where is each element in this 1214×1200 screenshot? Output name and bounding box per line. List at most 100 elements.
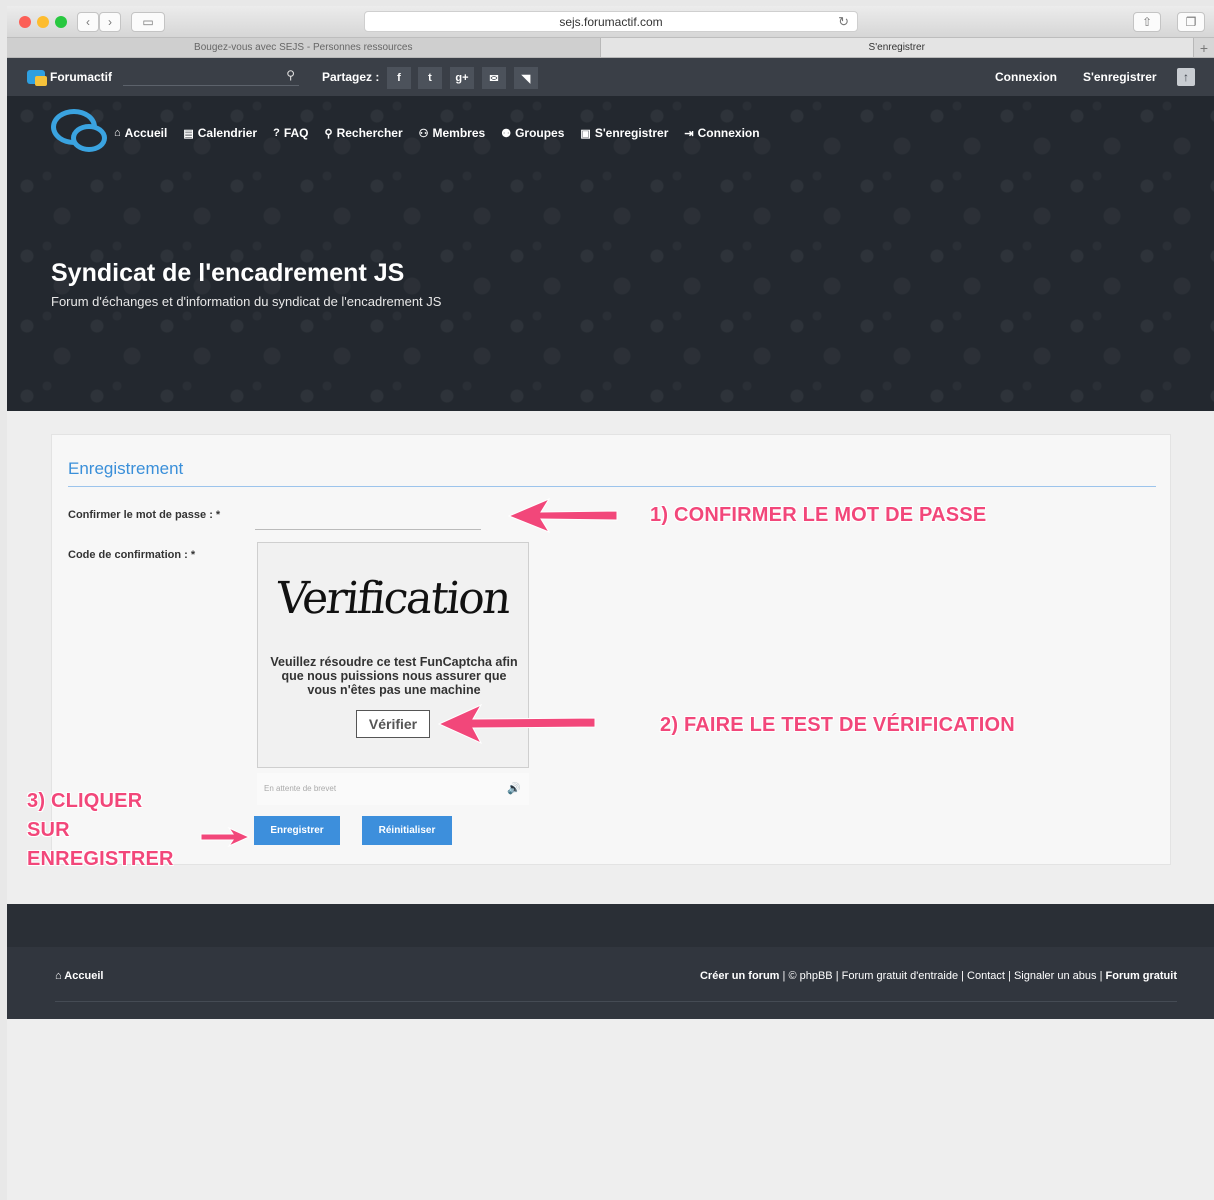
groups-icon: ⚉ (501, 127, 512, 140)
footer-divider (55, 1001, 1177, 1002)
site-title: Syndicat de l'encadrement JS (51, 259, 405, 287)
address-bar[interactable]: sejs.forumactif.com ↻ (364, 11, 858, 32)
minimize-window-button[interactable] (37, 16, 49, 28)
browser-window: ‹ › ▭ sejs.forumactif.com ↻ ⇧ ❐ Bougez-v… (7, 6, 1214, 1200)
reset-button[interactable]: Réinitialiser (362, 816, 452, 845)
separator: | (835, 970, 839, 982)
nav-home[interactable]: ⌂ Accueil (114, 126, 167, 140)
footer-free-forum-link[interactable]: Forum gratuit (1106, 970, 1178, 982)
zoom-window-button[interactable] (55, 16, 67, 28)
url-text: sejs.forumactif.com (559, 14, 663, 29)
topbar-login-link[interactable]: Connexion (995, 70, 1057, 84)
home-icon: ⌂ (55, 970, 65, 982)
confirm-password-input[interactable] (255, 514, 481, 530)
captcha-status: En attente de brevet (264, 784, 337, 793)
home-icon: ⌂ (114, 127, 121, 139)
nav-label: Calendrier (197, 126, 258, 140)
site-subtitle: Forum d'échanges et d'information du syn… (51, 294, 442, 309)
separator: | (1008, 970, 1011, 982)
captcha-instructions: Veuillez résoudre ce test FunCaptcha afi… (270, 655, 518, 697)
footer-home-label: Accueil (64, 970, 104, 982)
register-button[interactable]: Enregistrer (254, 816, 340, 845)
main-nav: ⌂ Accueil ▤ Calendrier ? FAQ ⚲ Rechercher ⚇ M… (114, 126, 760, 140)
annotation-step-3-line2: SUR (27, 819, 70, 841)
tab-label: S'enregistrer (868, 42, 925, 53)
sidebar-icon: ▭ (142, 15, 154, 29)
topbar-register-link[interactable]: S'enregistrer (1083, 70, 1157, 84)
forumactif-topbar: Forumactif ⚲ Partagez : f t g+ ✉ ◥ Conne… (7, 58, 1214, 96)
arrow-up-icon[interactable]: ↑ (1177, 68, 1195, 86)
nav-label: Connexion (697, 126, 760, 140)
panel-title: Enregistrement (68, 459, 184, 478)
annotation-step-3-line3: ENREGISTRER (27, 848, 174, 870)
nav-search[interactable]: ⚲ Rechercher (325, 126, 403, 140)
nav-groups[interactable]: ⚉ Groupes (501, 126, 564, 140)
nav-calendar[interactable]: ▤ Calendrier (183, 126, 257, 140)
nav-label: Membres (432, 126, 486, 140)
rss-icon[interactable]: ◥ (514, 67, 538, 89)
audio-icon[interactable]: 🔊 (507, 782, 521, 795)
members-icon: ⚇ (418, 127, 429, 140)
share-button[interactable]: ⇧ (1133, 12, 1161, 32)
captcha-heading: Verification (273, 573, 513, 624)
divider (68, 486, 1156, 487)
forum-header: ⌂ Accueil ▤ Calendrier ? FAQ ⚲ Rechercher ⚇ M… (7, 96, 1214, 411)
separator: | (782, 970, 786, 982)
search-icon: ⚲ (324, 127, 333, 140)
search-icon[interactable]: ⚲ (286, 68, 295, 82)
sidebar-toggle-button[interactable]: ▭ (131, 12, 165, 32)
footer-phpbb-link[interactable]: © phpBB (788, 970, 832, 982)
tabs-icon: ❐ (1185, 15, 1197, 29)
footer-home-link[interactable]: ⌂ Accueil (55, 970, 103, 982)
separator: | (1099, 970, 1103, 982)
footer-contact-link[interactable]: Contact (967, 970, 1005, 982)
reload-icon[interactable]: ↻ (838, 14, 849, 30)
confirm-password-label: Confirmer le mot de passe : * (68, 509, 221, 521)
footer-links: Créer un forum | © phpBB | Forum gratuit… (700, 970, 1177, 982)
footer: ⌂ Accueil Créer un forum | © phpBB | For… (7, 947, 1214, 1019)
annotation-step-1: 1) CONFIRMER LE MOT DE PASSE (650, 504, 987, 526)
footer-help-link[interactable]: Forum gratuit d'entraide (842, 970, 958, 982)
nav-label: FAQ (283, 126, 309, 140)
topbar-search-input[interactable]: ⚲ (123, 68, 299, 86)
captcha-verify-button[interactable]: Vérifier (356, 710, 430, 738)
separator: | (961, 970, 964, 982)
new-tab-button[interactable]: + (1194, 38, 1214, 57)
close-window-button[interactable] (19, 16, 31, 28)
twitter-icon[interactable]: t (418, 67, 442, 89)
back-button[interactable]: ‹ (77, 12, 99, 32)
register-icon: ▣ (580, 127, 591, 140)
nav-members[interactable]: ⚇ Membres (419, 126, 486, 140)
mail-icon[interactable]: ✉ (482, 67, 506, 89)
question-icon: ? (273, 127, 280, 139)
tabs-overview-button[interactable]: ❐ (1177, 12, 1205, 32)
annotation-arrow-1 (507, 497, 618, 534)
tab-personnes-ressources[interactable]: Bougez-vous avec SEJS - Personnes ressou… (7, 38, 601, 57)
chevron-right-icon: › (108, 15, 112, 29)
forumactif-brand[interactable]: Forumactif (50, 70, 112, 84)
annotation-step-2: 2) FAIRE LE TEST DE VÉRIFICATION (660, 714, 1015, 736)
forumactif-logo-icon[interactable] (27, 70, 47, 86)
tab-label: Bougez-vous avec SEJS - Personnes ressou… (194, 42, 413, 53)
footer-abuse-link[interactable]: Signaler un abus (1014, 970, 1097, 982)
tab-strip: Bougez-vous avec SEJS - Personnes ressou… (7, 38, 1214, 58)
tab-register[interactable]: S'enregistrer (600, 38, 1194, 57)
forward-button[interactable]: › (99, 12, 121, 32)
plus-icon: + (1199, 39, 1209, 56)
nav-label: Groupes (515, 126, 565, 140)
forum-logo-icon-small (71, 124, 107, 152)
browser-titlebar: ‹ › ▭ sejs.forumactif.com ↻ ⇧ ❐ (7, 6, 1214, 38)
nav-label: Rechercher (336, 126, 403, 140)
chevron-left-icon: ‹ (86, 15, 90, 29)
captcha-audio-bar: En attente de brevet 🔊 (257, 773, 529, 805)
nav-label: S'enregistrer (594, 126, 669, 140)
googleplus-icon[interactable]: g+ (450, 67, 474, 89)
nav-register[interactable]: ▣ S'enregistrer (580, 126, 668, 140)
annotation-step-3-line1: 3) CLIQUER (27, 790, 143, 812)
nav-faq[interactable]: ? FAQ (273, 126, 308, 140)
calendar-icon: ▤ (183, 127, 194, 140)
footer-create-forum-link[interactable]: Créer un forum (700, 970, 779, 982)
nav-login[interactable]: ⇥ Connexion (684, 126, 759, 140)
facebook-icon[interactable]: f (387, 67, 411, 89)
confirmation-code-label: Code de confirmation : * (68, 549, 196, 561)
